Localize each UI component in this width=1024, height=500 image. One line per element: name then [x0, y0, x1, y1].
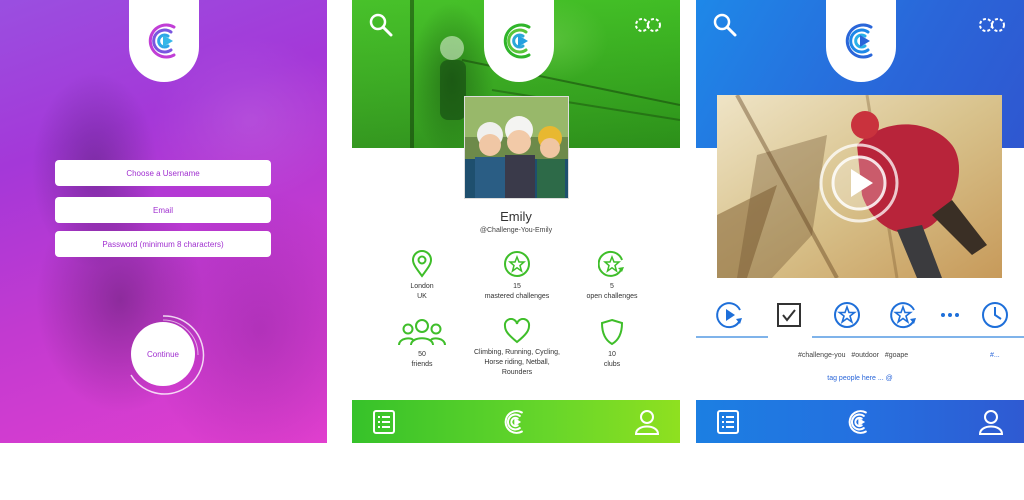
settings-icon [979, 18, 1005, 32]
star-icon [504, 251, 530, 277]
tab-complete[interactable] [776, 302, 802, 328]
children-helmets-photo [465, 97, 568, 198]
app-logo-icon [148, 23, 176, 59]
stat-open[interactable]: 5 open challenges [562, 250, 662, 302]
search-icon [369, 13, 393, 37]
stat-clubs-count: 10 [608, 351, 616, 358]
stat-friends-count: 50 [418, 351, 426, 358]
tab-master[interactable] [832, 300, 862, 330]
settings-button[interactable] [976, 12, 1008, 38]
zipline-photo [717, 95, 1002, 278]
profile-name: Emily [500, 209, 532, 224]
username-field[interactable]: Choose a Username [55, 160, 271, 186]
app-logo [826, 0, 896, 82]
play-cycle-icon [716, 302, 742, 329]
open-star-icon [598, 250, 624, 277]
heart-icon [503, 318, 531, 344]
app-logo [484, 0, 554, 82]
settings-button[interactable] [632, 12, 664, 38]
app-showcase: Choose a Username Email Password (minimu… [0, 0, 1024, 500]
stat-interests-line3: Rounders [501, 369, 533, 376]
stat-open-label: open challenges [586, 293, 638, 300]
hashtag-list: #challenge-you #outdoor #goape [798, 352, 908, 359]
profile-icon [634, 409, 660, 435]
stat-mastered-label: mastered challenges [484, 293, 550, 300]
stat-clubs-label: clubs [603, 361, 621, 368]
checkbox-icon [777, 303, 801, 327]
password-field[interactable]: Password (minimum 8 characters) [55, 231, 271, 257]
stat-mastered[interactable]: 15 mastered challenges [467, 250, 567, 302]
profile-icon [978, 409, 1004, 435]
star-icon [834, 302, 860, 328]
clock-icon [982, 302, 1008, 328]
stat-friends-label: friends [411, 361, 433, 368]
nav-home-button[interactable] [844, 407, 874, 437]
signup-screen: Choose a Username Email Password (minimu… [0, 0, 327, 443]
tab-schedule[interactable] [980, 300, 1010, 330]
tab-more[interactable] [940, 312, 960, 318]
search-button[interactable] [712, 12, 738, 38]
location-icon [411, 250, 433, 278]
stat-interests: Climbing, Running, Cycling, Horse riding… [457, 318, 577, 378]
video-screen: #challenge-you #outdoor #goape #... tag … [696, 0, 1024, 443]
nav-profile-button[interactable] [978, 409, 1004, 435]
open-star-icon [890, 302, 916, 329]
search-button[interactable] [368, 12, 394, 38]
stat-open-count: 5 [610, 283, 614, 290]
video-player[interactable] [717, 95, 1002, 278]
hashtag[interactable]: #challenge-you [798, 352, 845, 359]
app-logo-icon [845, 23, 873, 59]
app-logo-icon [503, 23, 531, 59]
profile-photo [464, 96, 569, 199]
action-tabs [696, 296, 1024, 336]
bottom-nav-bar [352, 400, 680, 443]
stat-interests-line2: Horse riding, Netball, [484, 359, 550, 366]
add-hashtag-button[interactable]: #... [990, 352, 1000, 359]
profile-handle: @Challenge-You-Emily [479, 227, 553, 234]
search-icon [713, 13, 737, 37]
app-logo [129, 0, 199, 82]
tab-underline-right [812, 336, 1024, 338]
nav-profile-button[interactable] [634, 409, 660, 435]
more-icon [941, 313, 959, 317]
stat-interests-line1: Climbing, Running, Cycling, [474, 349, 560, 356]
friends-icon [398, 319, 446, 346]
nav-list-button[interactable] [716, 409, 740, 435]
profile-screen: Emily @Challenge-You-Emily London UK 15 … [352, 0, 680, 443]
tag-people-input[interactable]: tag people here ... @ [696, 375, 1024, 382]
stat-location: London UK [372, 250, 472, 302]
stat-location-country: UK [417, 293, 427, 300]
app-logo-icon [504, 409, 523, 434]
bottom-nav-bar [696, 400, 1024, 443]
list-icon [717, 409, 739, 434]
nav-home-button[interactable] [500, 407, 530, 437]
tab-underline-left [696, 336, 768, 338]
continue-button[interactable]: Continue [131, 322, 195, 386]
app-logo-icon [848, 409, 867, 434]
stat-location-city: London [410, 283, 434, 290]
shield-icon [600, 318, 624, 346]
list-icon [373, 409, 395, 434]
nav-list-button[interactable] [372, 409, 396, 435]
hashtag[interactable]: #outdoor [851, 352, 879, 359]
tab-start-challenge[interactable] [714, 300, 744, 330]
hashtag[interactable]: #goape [885, 352, 908, 359]
stat-mastered-count: 15 [513, 283, 521, 290]
email-field[interactable]: Email [55, 197, 271, 223]
stat-clubs[interactable]: 10 clubs [562, 318, 662, 370]
tab-open[interactable] [888, 300, 918, 330]
settings-icon [635, 18, 661, 32]
